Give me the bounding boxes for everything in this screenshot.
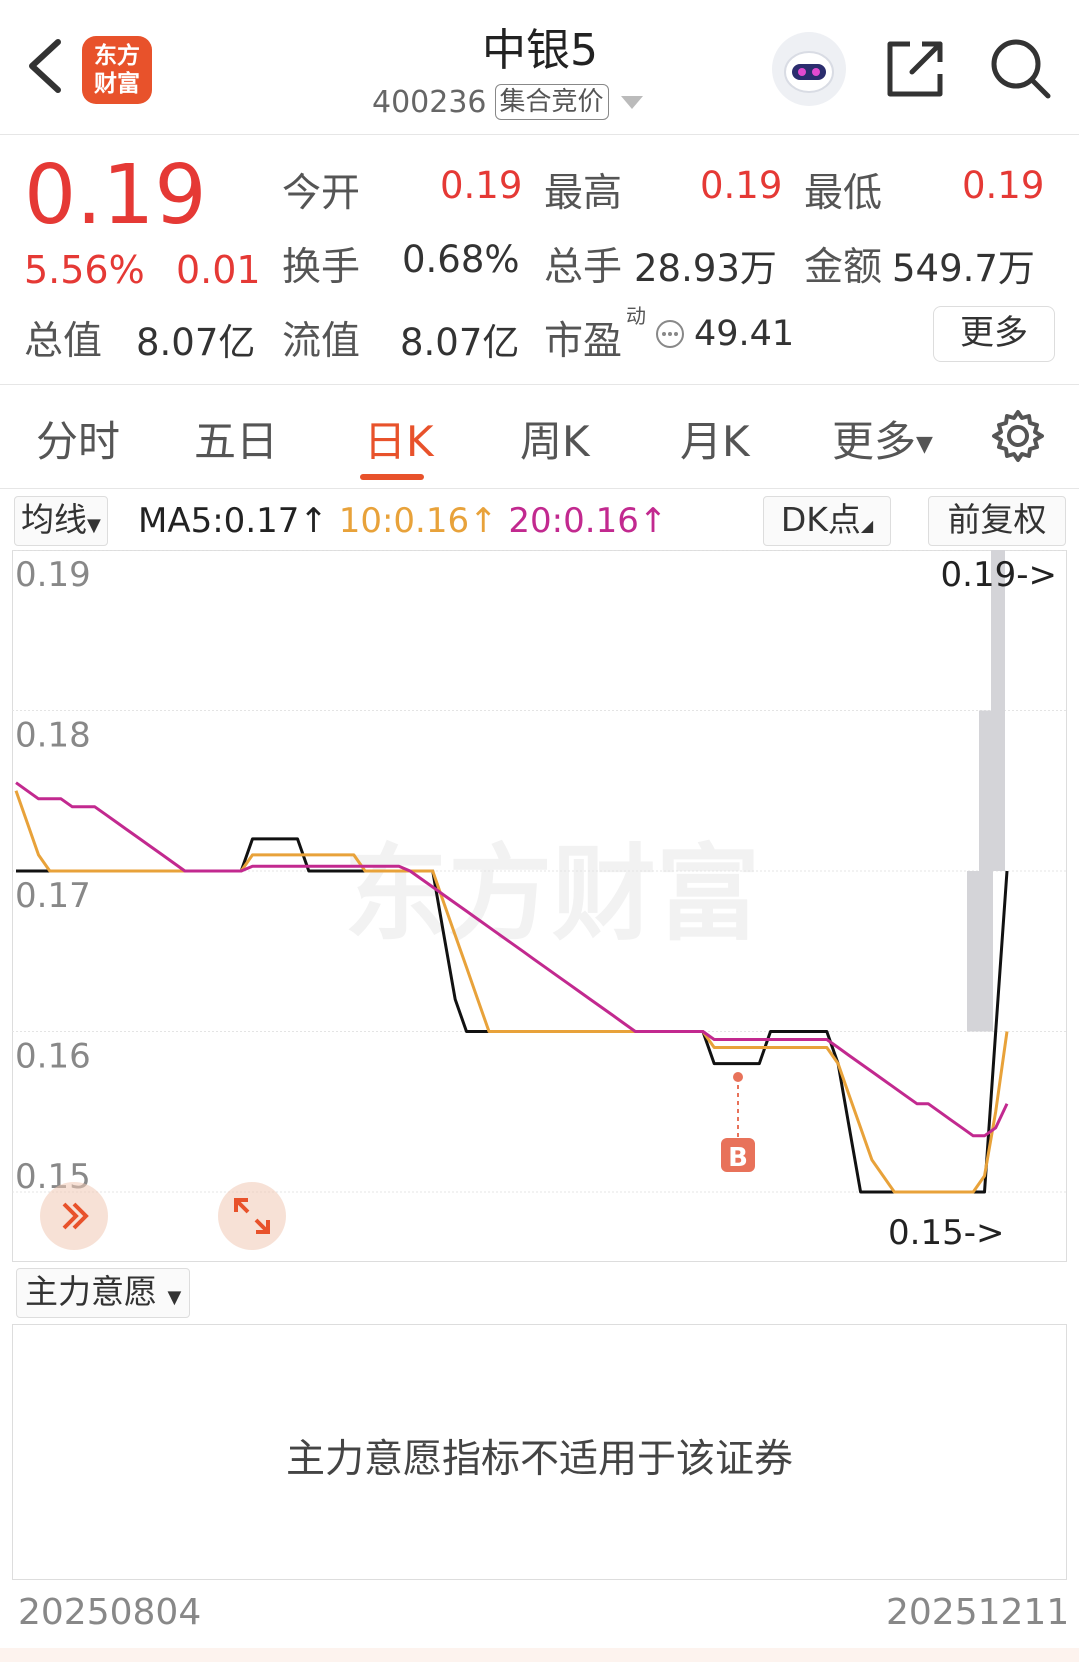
volume-value: 28.93万	[634, 247, 777, 290]
ma10-value: 10:0.16↑	[338, 501, 498, 541]
main-force-select-label: 主力意愿	[25, 1272, 157, 1311]
logo-line1: 东方	[94, 43, 140, 69]
pe-superscript: 动	[626, 304, 646, 328]
ma5-value: MA5:0.17↑	[138, 501, 328, 541]
dropdown-triangle-icon	[620, 95, 643, 109]
float-label: 流值	[282, 319, 361, 364]
back-arrow-icon[interactable]	[22, 36, 72, 96]
app-logo[interactable]: 东方 财富	[82, 36, 152, 104]
amount-label: 金额	[804, 245, 883, 290]
y-tick-label: 0.16	[15, 1037, 91, 1077]
expand-right-button[interactable]	[40, 1182, 108, 1250]
settings-gear-icon[interactable]	[990, 408, 1046, 464]
candle-bar	[991, 550, 1005, 871]
turnover-label: 换手	[282, 245, 361, 290]
float-value: 8.07亿	[400, 321, 520, 364]
open-label: 今开	[282, 171, 361, 216]
candle-bar	[979, 710, 993, 1032]
ma20-value: 20:0.16↑	[508, 501, 668, 541]
turnover-value: 0.68%	[402, 238, 520, 281]
logo-line2: 财富	[94, 71, 140, 97]
search-icon[interactable]	[988, 36, 1054, 102]
chart-max-label: 0.19->	[941, 555, 1057, 595]
ma-select[interactable]: 均线▼	[14, 496, 108, 546]
more-info-icon[interactable]	[654, 318, 686, 350]
divider	[0, 488, 1079, 489]
chart-min-label: 0.15->	[888, 1213, 1004, 1253]
tab-more[interactable]: 更多▼	[832, 408, 933, 469]
high-label: 最高	[544, 171, 623, 216]
high-value: 0.19	[700, 164, 783, 207]
bottom-strip	[0, 1648, 1079, 1662]
kline-chart[interactable]: 东方财富 0.190.180.170.160.15 0.19-> 0.15-> …	[12, 550, 1067, 1262]
change-amount: 0.01	[176, 248, 261, 292]
candle-bar	[967, 871, 981, 1032]
main-force-message: 主力意愿指标不适用于该证券	[285, 1437, 793, 1482]
open-value: 0.19	[440, 164, 523, 207]
y-tick-label: 0.18	[15, 716, 91, 756]
amount-value: 549.7万	[892, 247, 1035, 290]
x-axis-start-date: 20250804	[18, 1592, 202, 1633]
pe-label: 市盈	[544, 319, 623, 364]
fullscreen-arrows-icon	[234, 1198, 270, 1234]
stock-code-row[interactable]: 400236 集合竞价	[372, 80, 643, 124]
double-chevron-right-icon	[62, 1202, 89, 1230]
dk-point-button[interactable]: DK点◢	[763, 496, 891, 546]
corner-triangle-icon: ◢	[860, 516, 874, 535]
caret-down-icon: ▼	[916, 432, 933, 457]
last-price: 0.19	[24, 148, 207, 243]
tab-weekly-k[interactable]: 周K	[520, 408, 590, 469]
tab-daily-k[interactable]: 日K	[364, 408, 434, 469]
chart-watermark: 东方财富	[344, 833, 760, 955]
low-value: 0.19	[962, 164, 1045, 207]
x-axis-end-date: 20251211	[886, 1592, 1070, 1633]
volume-label: 总手	[544, 245, 623, 290]
tab-more-label: 更多	[832, 417, 917, 466]
divider	[0, 384, 1079, 385]
fullscreen-button[interactable]	[218, 1182, 286, 1250]
ma-select-label: 均线	[21, 500, 87, 539]
share-icon[interactable]	[884, 38, 946, 100]
ma-values: MA5:0.17↑ 10:0.16↑ 20:0.16↑	[138, 498, 667, 544]
change-percent: 5.56%	[24, 248, 145, 292]
adjust-mode-button[interactable]: 前复权	[928, 496, 1066, 546]
active-tab-indicator	[360, 474, 424, 480]
dk-point-label: DK点	[780, 500, 861, 539]
caret-down-icon: ▼	[167, 1287, 182, 1308]
pe-value: 49.41	[694, 314, 795, 354]
caret-down-icon: ▼	[87, 515, 101, 536]
tab-five-day[interactable]: 五日	[194, 408, 278, 469]
y-tick-label: 0.17	[15, 876, 91, 916]
stock-name: 中银5	[482, 25, 598, 76]
auction-tag: 集合竞价	[494, 84, 609, 120]
tab-monthly-k[interactable]: 月K	[680, 408, 750, 469]
y-tick-label: 0.19	[15, 555, 91, 595]
low-label: 最低	[804, 171, 883, 216]
more-stats-button[interactable]: 更多	[933, 306, 1055, 362]
stock-code: 400236	[372, 84, 487, 120]
mktcap-label: 总值	[24, 319, 103, 364]
tab-intraday[interactable]: 分时	[36, 408, 120, 469]
buy-signal-label: B	[728, 1143, 748, 1173]
main-force-select[interactable]: 主力意愿 ▼	[16, 1268, 191, 1318]
mktcap-value: 8.07亿	[136, 321, 256, 364]
ai-assistant-robot-icon[interactable]	[772, 32, 846, 106]
